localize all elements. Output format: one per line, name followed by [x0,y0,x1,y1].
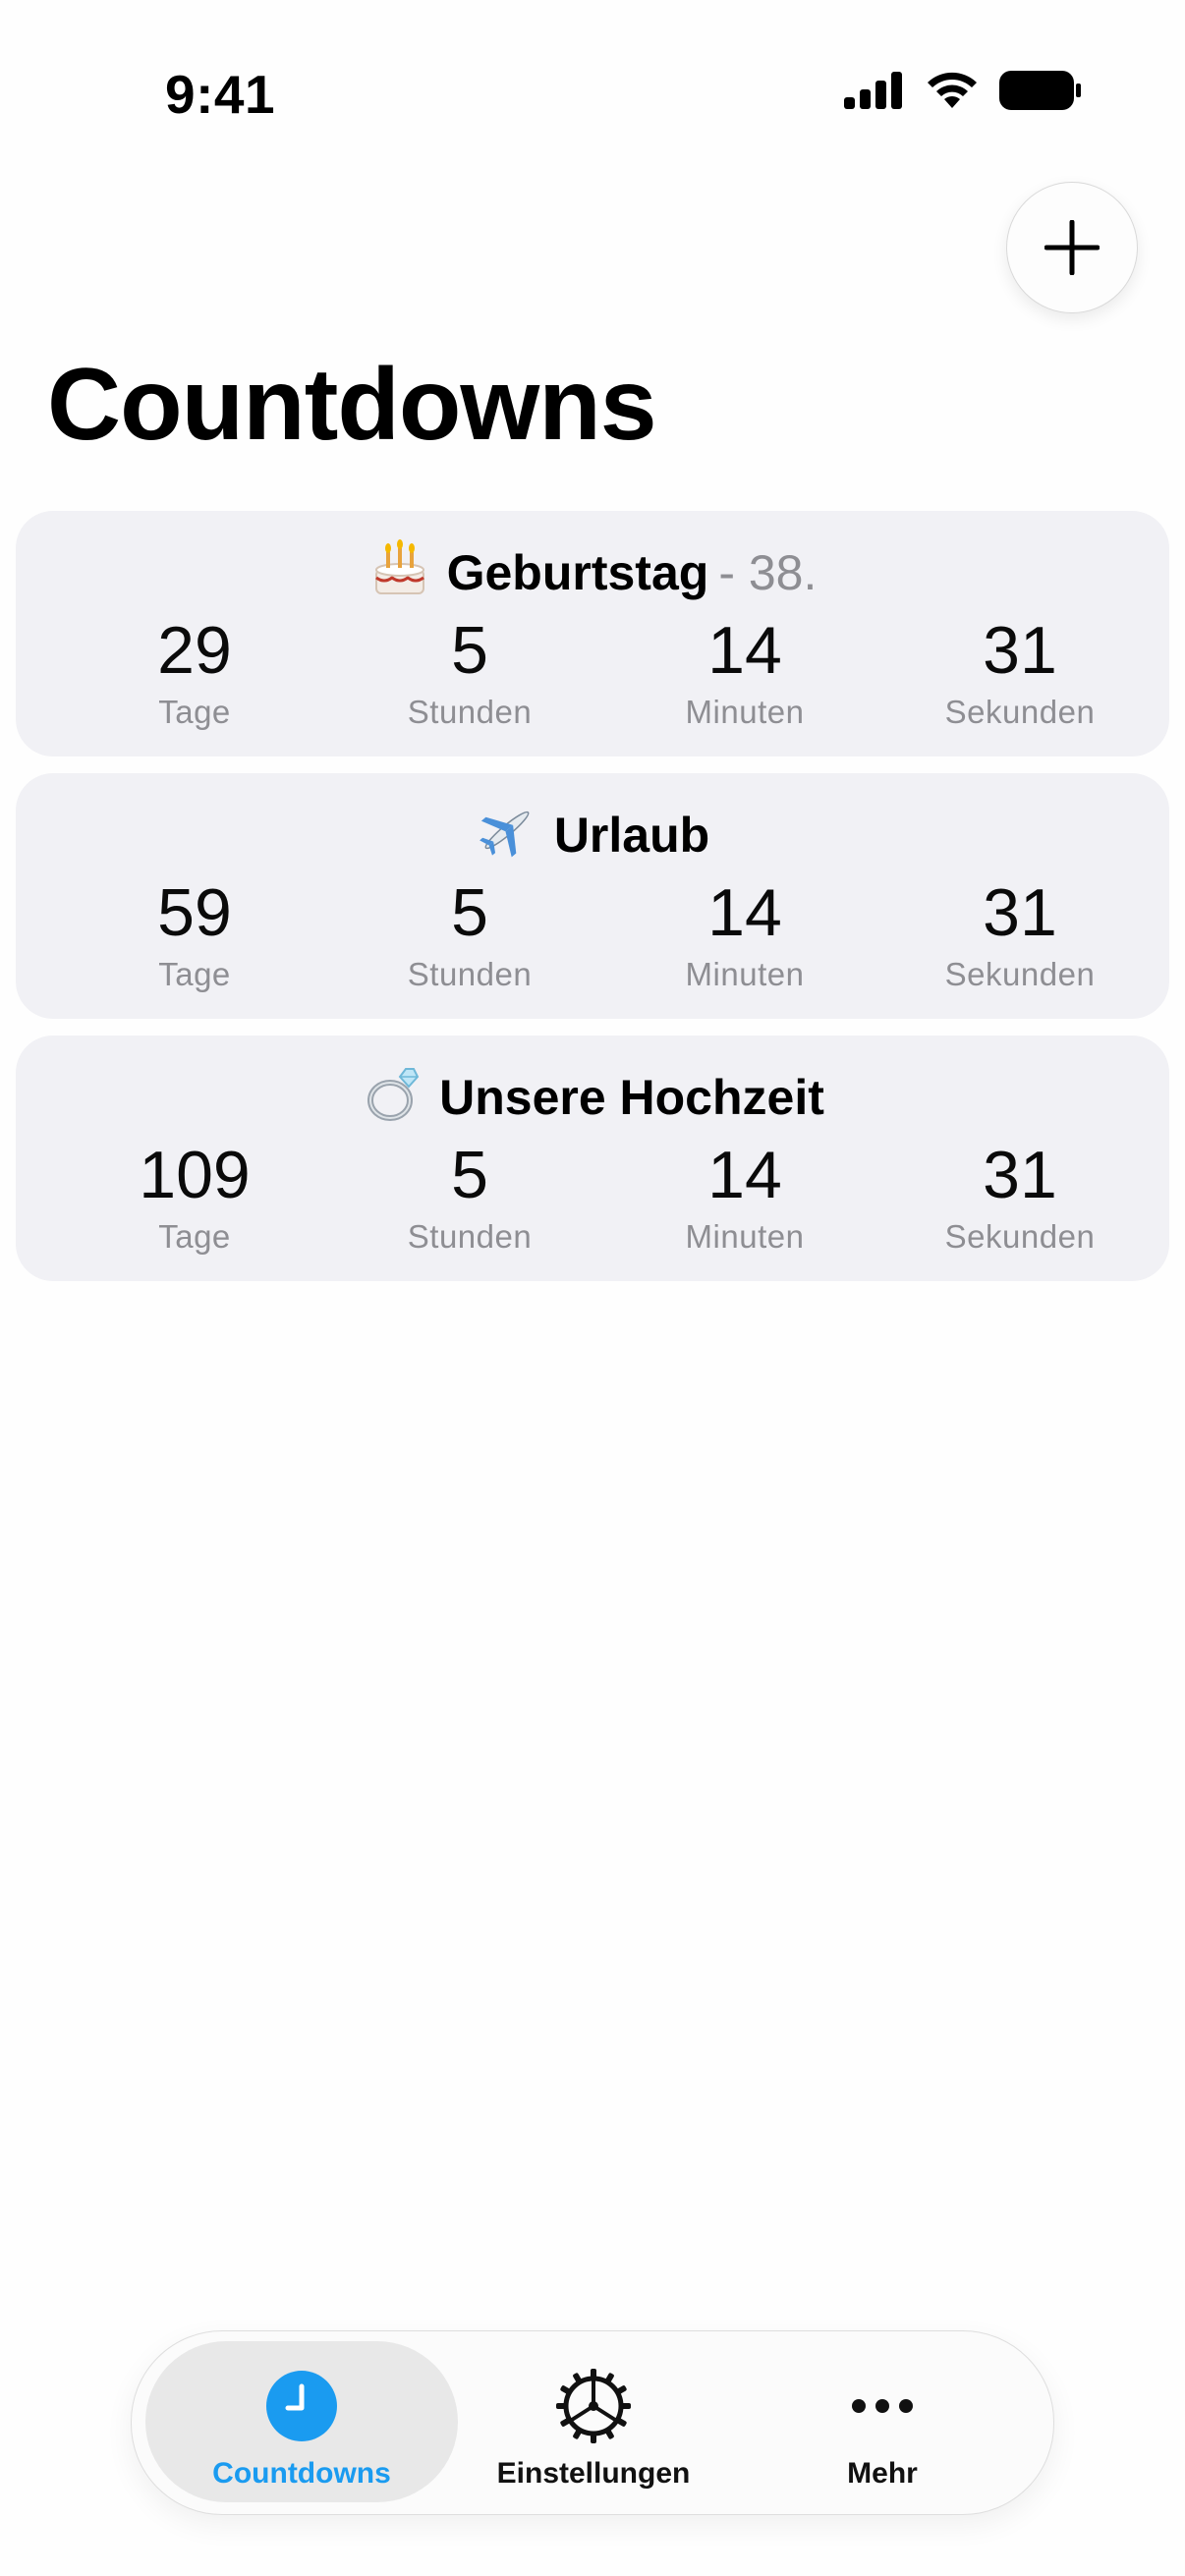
seconds-unit: 31 Sekunden [912,1142,1128,1256]
hours-unit: 5 Stunden [362,617,578,731]
countdown-card-urlaub[interactable]: Urlaub 59 Tage 5 Stunden 14 Minuten 31 S… [16,773,1169,1019]
tab-einstellungen[interactable]: Einstellungen [437,2341,750,2502]
minutes-unit: 14 Minuten [637,1142,853,1256]
countdown-card-hochzeit[interactable]: Unsere Hochzeit 109 Tage 5 Stunden 14 Mi… [16,1036,1169,1281]
tab-label: Mehr [847,2457,918,2490]
seconds-value: 31 [983,875,1057,950]
seconds-label: Sekunden [944,956,1096,992]
battery-icon [999,71,1081,110]
countdown-name: Urlaub [553,808,710,863]
minutes-unit: 14 Minuten [637,617,853,731]
tab-mehr[interactable]: Mehr [726,2341,1039,2502]
cellular-signal-icon [844,72,902,109]
add-countdown-button[interactable] [1006,182,1138,313]
minutes-label: Minuten [685,1218,805,1255]
wifi-icon [928,72,977,108]
minutes-value: 14 [707,613,782,688]
status-time: 9:41 [165,64,276,125]
clock-icon [266,2371,337,2441]
tab-label: Einstellungen [496,2457,691,2490]
birthday-cake-icon [374,539,424,594]
days-value: 29 [157,613,232,688]
countdown-title: Urlaub [16,799,1169,865]
days-unit: 109 Tage [86,1142,303,1256]
more-dots-icon [852,2399,913,2413]
countdown-units: 109 Tage 5 Stunden 14 Minuten 31 Sekunde… [16,1142,1169,1269]
days-label: Tage [158,1218,231,1255]
minutes-value: 14 [707,875,782,950]
countdown-units: 59 Tage 5 Stunden 14 Minuten 31 Sekunden [16,879,1169,1007]
minutes-value: 14 [707,1138,782,1212]
days-label: Tage [158,956,231,992]
status-bar: 9:41 [0,0,1185,187]
minutes-unit: 14 Minuten [637,879,853,993]
minutes-label: Minuten [685,694,805,730]
hours-label: Stunden [407,1218,533,1255]
hours-value: 5 [451,613,488,688]
page-title: Countdowns [47,348,657,462]
plus-icon [1044,220,1100,275]
minutes-label: Minuten [685,956,805,992]
hours-label: Stunden [407,956,533,992]
countdown-list: Geburtstag - 38. 29 Tage 5 Stunden 14 Min… [16,511,1169,1298]
status-icons [844,71,1082,110]
ring-icon [367,1068,420,1121]
seconds-value: 31 [983,613,1057,688]
days-label: Tage [158,694,231,730]
gear-icon [556,2369,631,2443]
days-value: 59 [157,875,232,950]
tab-label: Countdowns [212,2457,391,2490]
hours-unit: 5 Stunden [362,1142,578,1256]
countdown-subtitle: - 38. [718,545,818,600]
hours-value: 5 [451,1138,488,1212]
hours-label: Stunden [407,694,533,730]
countdown-units: 29 Tage 5 Stunden 14 Minuten 31 Sekunden [16,617,1169,745]
seconds-label: Sekunden [944,694,1096,730]
days-unit: 59 Tage [86,879,303,993]
seconds-label: Sekunden [944,1218,1096,1255]
hours-value: 5 [451,875,488,950]
countdown-title: Unsere Hochzeit [16,1061,1169,1127]
countdown-name: Geburtstag [446,545,709,600]
hours-unit: 5 Stunden [362,879,578,993]
seconds-unit: 31 Sekunden [912,617,1128,731]
days-unit: 29 Tage [86,617,303,731]
days-value: 109 [139,1138,251,1212]
seconds-unit: 31 Sekunden [912,879,1128,993]
airplane-icon [479,811,530,858]
countdown-title: Geburtstag - 38. [16,536,1169,602]
countdown-card-geburtstag[interactable]: Geburtstag - 38. 29 Tage 5 Stunden 14 Min… [16,511,1169,756]
seconds-value: 31 [983,1138,1057,1212]
tab-countdowns[interactable]: Countdowns [145,2341,458,2502]
tab-bar: Countdowns Einstellungen Mehr [131,2330,1054,2515]
countdown-name: Unsere Hochzeit [439,1070,824,1125]
